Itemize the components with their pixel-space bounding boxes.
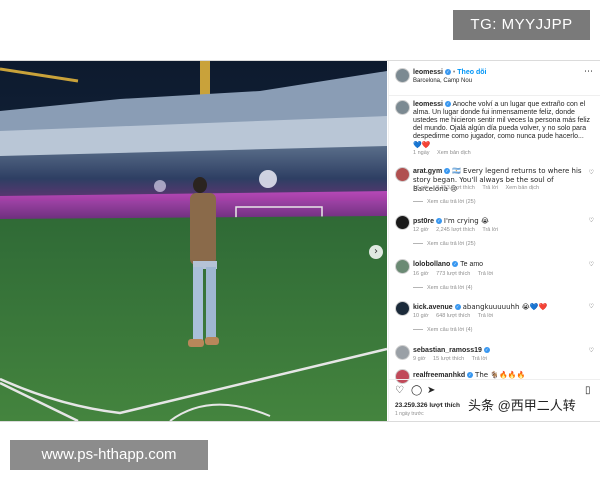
comment-meta: 10 giờ 648 lượt thích Trả lời xyxy=(413,313,499,319)
comment-likes[interactable]: 15 lượt thích xyxy=(433,356,464,362)
comment-avatar[interactable] xyxy=(395,345,410,360)
reply-button[interactable]: Trả lời xyxy=(478,313,494,319)
share-icon[interactable]: ➤ xyxy=(427,385,435,396)
credit-watermark: 头条 @西甲二人转 xyxy=(464,393,580,416)
comment-item: realfreemanhkd ✓ The 🐐🔥🔥🔥 xyxy=(413,371,585,379)
comment-text: abangkuuuuuhh 😭💙❤️ xyxy=(462,303,548,311)
comment-meta: 12 giờ 2,245 lượt thích Trả lời xyxy=(413,227,504,233)
verified-icon: ✓ xyxy=(452,261,459,268)
comment-username[interactable]: pst0re xyxy=(413,218,434,225)
caption-username[interactable]: leomessi xyxy=(413,101,443,108)
verified-icon: ✓ xyxy=(444,168,451,175)
watermark-top: TG: MYYJJPP xyxy=(453,10,590,40)
comment-username[interactable]: lolobollano xyxy=(413,261,450,268)
heart-icon[interactable]: ♡ xyxy=(589,261,594,268)
comment-avatar[interactable] xyxy=(395,167,410,182)
comment-meta: 17 giờ 8,353 lượt thích Trả lời Xem bản … xyxy=(413,185,545,191)
view-replies-link[interactable]: Xem câu trả lời (4) xyxy=(413,327,472,333)
comment-likes[interactable]: 8,353 lượt thích xyxy=(436,185,475,191)
comment-likes[interactable]: 648 lượt thích xyxy=(436,313,470,319)
verified-icon: ✓ xyxy=(444,69,451,76)
post-side-panel: leomessi ✓ • Theo dõi Barcelona, Camp No… xyxy=(388,61,600,421)
reply-button[interactable]: Trả lời xyxy=(472,356,488,362)
stadium-photo xyxy=(0,61,387,421)
comment-username[interactable]: arat.gym xyxy=(413,168,442,175)
comment-text: The 🐐🔥🔥🔥 xyxy=(475,371,526,379)
author-username[interactable]: leomessi xyxy=(413,69,443,76)
see-translation-link[interactable]: Xem bản dịch xyxy=(505,185,539,191)
comment-avatar[interactable] xyxy=(395,301,410,316)
comment-item: kick.avenue ✓ abangkuuuuuhh 😭💙❤️ xyxy=(413,303,585,311)
comment-time: 17 giờ xyxy=(413,185,429,191)
view-replies-link[interactable]: Xem câu trả lời (4) xyxy=(413,285,472,291)
comment-time: 10 giờ xyxy=(413,313,429,319)
comment-time: 16 giờ xyxy=(413,271,429,277)
comment-avatar[interactable] xyxy=(395,215,410,230)
verified-icon: ✓ xyxy=(467,372,474,379)
caption-meta: 1 ngày Xem bản dịch xyxy=(413,150,477,156)
view-replies-link[interactable]: Xem câu trả lời (25) xyxy=(413,199,476,205)
caption-emoji: 💙❤️ xyxy=(413,141,431,149)
likes-count[interactable]: 23.259.326 lượt thích xyxy=(395,402,460,409)
verified-icon: ✓ xyxy=(444,101,451,108)
comment-likes[interactable]: 773 lượt thích xyxy=(436,271,470,277)
verified-icon: ✓ xyxy=(483,347,490,354)
caption-time: 1 ngày xyxy=(413,150,430,156)
comment-username[interactable]: kick.avenue xyxy=(413,304,453,311)
comment-item: pst0re ✓ I'm crying 😭 xyxy=(413,217,585,225)
comment-icon[interactable]: ◯ xyxy=(411,385,422,396)
comment-meta: 9 giờ 15 lượt thích Trả lời xyxy=(413,356,493,362)
heart-icon[interactable]: ♡ xyxy=(589,217,594,224)
comment-item: sebastian_ramoss19 ✓ xyxy=(413,347,585,354)
comment-time: 9 giờ xyxy=(413,356,426,362)
reply-button[interactable]: Trả lời xyxy=(482,227,498,233)
post-location[interactable]: Barcelona, Camp Nou xyxy=(413,78,472,84)
comment-avatar[interactable] xyxy=(395,259,410,274)
comment-likes[interactable]: 2,245 lượt thích xyxy=(436,227,475,233)
heart-icon[interactable]: ♡ xyxy=(589,303,594,310)
comment-item: lolobollano ✓ Te amo xyxy=(413,261,585,268)
comment-text: Te amo xyxy=(460,261,484,268)
follow-button[interactable]: Theo dõi xyxy=(457,69,486,76)
bookmark-icon[interactable]: ▯ xyxy=(585,385,591,396)
post-header: leomessi ✓ • Theo dõi Barcelona, Camp No… xyxy=(389,61,600,96)
see-translation-link[interactable]: Xem bản dịch xyxy=(437,150,471,156)
comment-time: 12 giờ xyxy=(413,227,429,233)
heart-icon[interactable]: ♡ xyxy=(589,169,594,176)
caption-block: leomessi ✓ Anoche volví a un lugar que e… xyxy=(413,101,591,149)
watermark-bottom: www.ps-hthapp.com xyxy=(10,440,208,470)
caption-avatar[interactable] xyxy=(395,100,410,115)
reply-button[interactable]: Trả lời xyxy=(478,271,494,277)
post-photo: › xyxy=(0,61,387,421)
comment-username[interactable]: sebastian_ramoss19 xyxy=(413,347,482,354)
comment-username[interactable]: realfreemanhkd xyxy=(413,372,465,379)
comment-meta: 16 giờ 773 lượt thích Trả lời xyxy=(413,271,499,277)
more-icon[interactable]: ⋯ xyxy=(584,67,593,77)
verified-icon: ✓ xyxy=(454,304,461,311)
author-line: leomessi ✓ • Theo dõi xyxy=(413,69,487,76)
author-avatar[interactable] xyxy=(395,68,410,83)
instagram-post: › leomessi ✓ • Theo dõi Barcelona, Camp … xyxy=(0,60,600,422)
chevron-right-icon[interactable]: › xyxy=(369,245,383,259)
posted-ago: 1 ngày trước xyxy=(395,411,424,417)
comment-text: I'm crying 😭 xyxy=(443,217,490,225)
heart-icon[interactable]: ♡ xyxy=(589,347,594,354)
reply-button[interactable]: Trả lời xyxy=(482,185,498,191)
verified-icon: ✓ xyxy=(435,218,442,225)
view-replies-link[interactable]: Xem câu trả lời (25) xyxy=(413,241,476,247)
heart-icon[interactable]: ♡ xyxy=(395,385,404,396)
